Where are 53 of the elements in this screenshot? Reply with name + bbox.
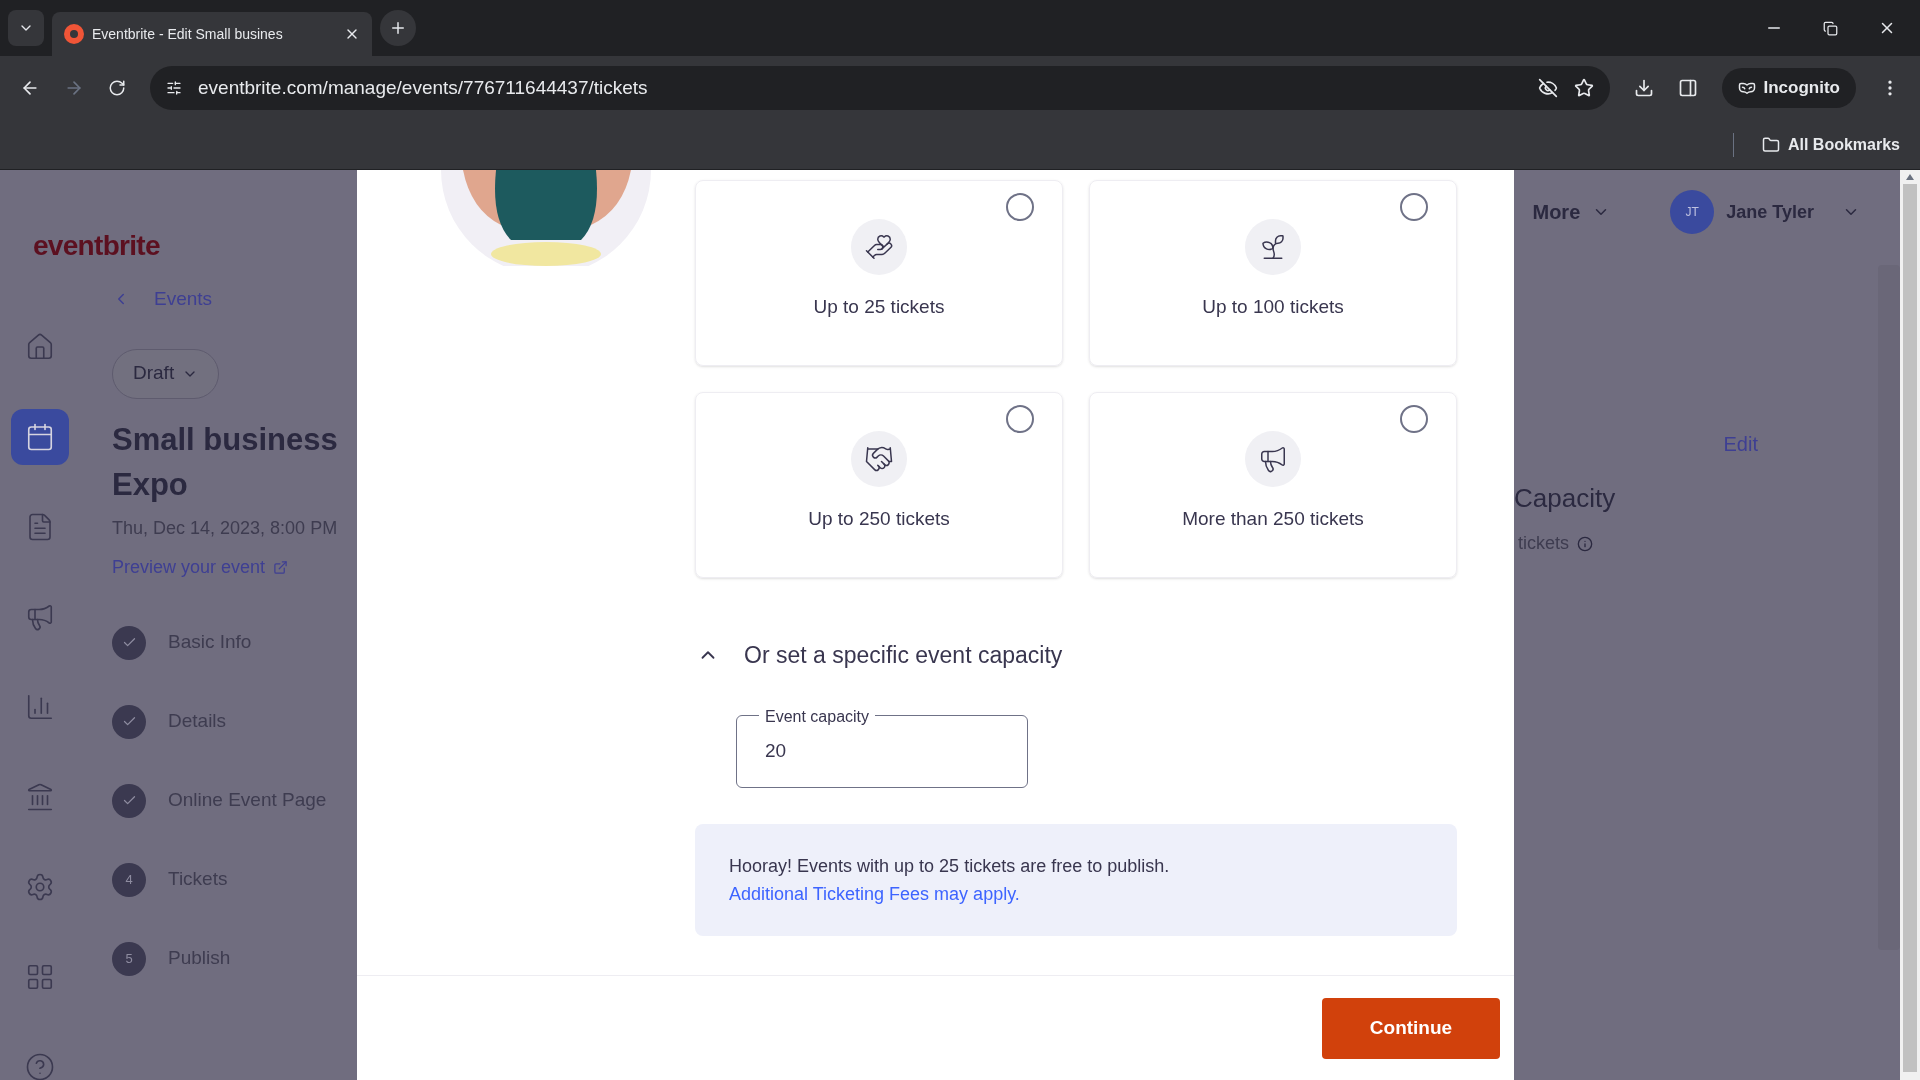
capacity-toggle[interactable]: Or set a specific event capacity (697, 638, 1457, 673)
option-label: Up to 100 tickets (1202, 295, 1344, 319)
incognito-button[interactable]: Incognito (1721, 68, 1856, 108)
capacity-option-card[interactable]: More than 250 tickets (1089, 392, 1457, 578)
plus-icon (389, 19, 407, 37)
tab-title: Eventbrite - Edit Small busines (92, 25, 284, 44)
handshake-icon (864, 444, 894, 474)
continue-button[interactable]: Continue (1322, 997, 1500, 1059)
radio-button[interactable] (1400, 405, 1428, 433)
capacity-heading: Capacity (1514, 482, 1617, 515)
folder-icon (1761, 135, 1780, 154)
step-number: 4 (112, 862, 146, 897)
capacity-option-card[interactable]: Up to 100 tickets (1089, 180, 1457, 366)
address-bar[interactable]: eventbrite.com/manage/events/776711644437/tickets (150, 66, 1610, 110)
eye-off-icon[interactable] (1537, 78, 1558, 98)
capacity-option-card[interactable]: Up to 250 tickets (695, 392, 1063, 578)
hand-heart-icon (864, 232, 894, 262)
browser-scrollbar[interactable] (1900, 170, 1920, 1080)
notice-text: Hooray! Events with up to 25 tickets are free to publish. (729, 855, 1170, 876)
reload-icon[interactable] (108, 79, 126, 97)
calendar-nav-icon[interactable] (11, 409, 69, 465)
option-label: Up to 250 tickets (808, 507, 950, 531)
scroll-up-arrow-icon[interactable] (1906, 174, 1914, 180)
external-link-icon (273, 559, 289, 575)
tab-list-button[interactable] (8, 10, 44, 46)
field-value: 20 (765, 738, 787, 763)
radio-button[interactable] (1006, 405, 1034, 433)
url-text: eventbrite.com/manage/events/776711644437/tickets (198, 75, 649, 100)
user-menu[interactable]: JT Jane Tyler (1670, 190, 1860, 234)
restore-icon[interactable] (1823, 20, 1838, 36)
inner-scrollbar[interactable] (1878, 265, 1900, 950)
browser-tab[interactable]: Eventbrite - Edit Small busines (52, 12, 372, 56)
user-avatar: JT (1670, 190, 1715, 234)
more-menu[interactable]: More (1532, 197, 1611, 227)
radio-button[interactable] (1400, 193, 1428, 221)
download-icon[interactable] (1633, 78, 1654, 98)
bookmark-star-icon[interactable] (1573, 78, 1594, 98)
ticketing-fees-link[interactable]: Additional Ticketing Fees may apply. (729, 883, 1020, 904)
status-dropdown[interactable]: Draft (112, 348, 220, 399)
eventbrite-logo-icon (64, 24, 84, 44)
step-number: 5 (112, 941, 146, 976)
option-label: Up to 25 tickets (813, 295, 945, 319)
logo-text[interactable]: eventbrite (33, 225, 160, 267)
new-tab-button[interactable] (380, 10, 416, 46)
capacity-option-card[interactable]: Up to 25 tickets (695, 180, 1063, 366)
megaphone-icon (1258, 444, 1288, 474)
all-bookmarks-button[interactable]: All Bookmarks (1761, 132, 1900, 157)
option-label: More than 250 tickets (1182, 507, 1364, 531)
radio-button[interactable] (1006, 193, 1034, 221)
side-panel-icon[interactable] (1677, 78, 1698, 98)
info-icon[interactable] (1577, 535, 1593, 552)
site-settings-icon[interactable] (166, 80, 182, 96)
event-title: Small business Expo (112, 420, 339, 504)
